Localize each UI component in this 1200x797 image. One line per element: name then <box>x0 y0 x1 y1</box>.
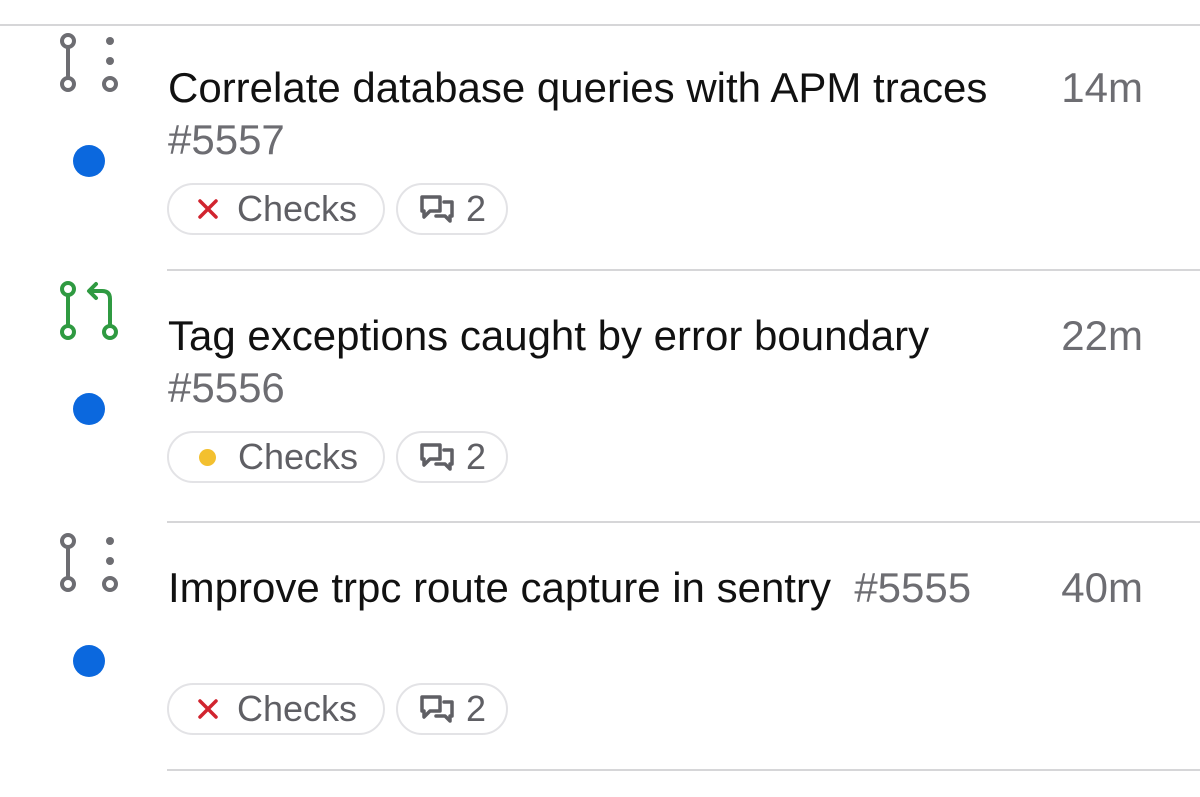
pr-title[interactable]: Tag exceptions caught by error boundary … <box>168 310 1028 414</box>
check-pending-icon <box>199 448 216 466</box>
pull-request-row[interactable]: Improve trpc route capture in sentry #55… <box>0 500 1200 771</box>
pr-title[interactable]: Improve trpc route capture in sentry #55… <box>168 562 1028 614</box>
comment-discussion-icon <box>420 443 454 471</box>
comment-discussion-icon <box>420 195 454 223</box>
pr-title-text: Improve trpc route capture in sentry <box>168 564 831 611</box>
draft-pull-request-icon <box>60 533 118 592</box>
comments-badge[interactable]: 2 <box>396 183 508 235</box>
checks-badge[interactable]: Checks <box>167 183 385 235</box>
pull-request-row[interactable]: Tag exceptions caught by error boundary … <box>0 248 1200 523</box>
pr-updated-time: 14m <box>1061 64 1143 111</box>
checks-label: Checks <box>237 688 358 729</box>
pr-title-text: Correlate database queries with APM trac… <box>168 64 988 111</box>
draft-pull-request-icon <box>60 33 118 92</box>
comments-badge[interactable]: 2 <box>396 431 508 483</box>
pr-title[interactable]: Correlate database queries with APM trac… <box>168 62 1028 166</box>
checks-label: Checks <box>237 188 358 229</box>
pr-title-text: Tag exceptions caught by error boundary <box>168 312 930 359</box>
pr-updated-time: 40m <box>1061 564 1143 611</box>
check-failed-icon <box>198 199 218 219</box>
comments-count: 2 <box>466 688 487 729</box>
comment-discussion-icon <box>420 695 454 723</box>
pr-number: #5556 <box>168 364 285 411</box>
comments-count: 2 <box>466 436 487 477</box>
pull-request-row[interactable]: Correlate database queries with APM trac… <box>0 0 1200 271</box>
pr-number: #5557 <box>168 116 285 163</box>
comments-badge[interactable]: 2 <box>396 683 508 735</box>
pr-updated-time: 22m <box>1061 312 1143 359</box>
unread-indicator <box>73 393 105 425</box>
checks-badge[interactable]: Checks <box>167 431 385 483</box>
checks-badge[interactable]: Checks <box>167 683 385 735</box>
checks-label: Checks <box>238 436 359 477</box>
check-failed-icon <box>198 699 218 719</box>
comments-count: 2 <box>466 188 487 229</box>
row-divider <box>167 769 1200 771</box>
pull-request-icon <box>60 281 118 340</box>
pr-number: #5555 <box>854 564 972 611</box>
pull-request-list: Correlate database queries with APM trac… <box>0 0 1200 797</box>
unread-indicator <box>73 645 105 677</box>
unread-indicator <box>73 145 105 177</box>
